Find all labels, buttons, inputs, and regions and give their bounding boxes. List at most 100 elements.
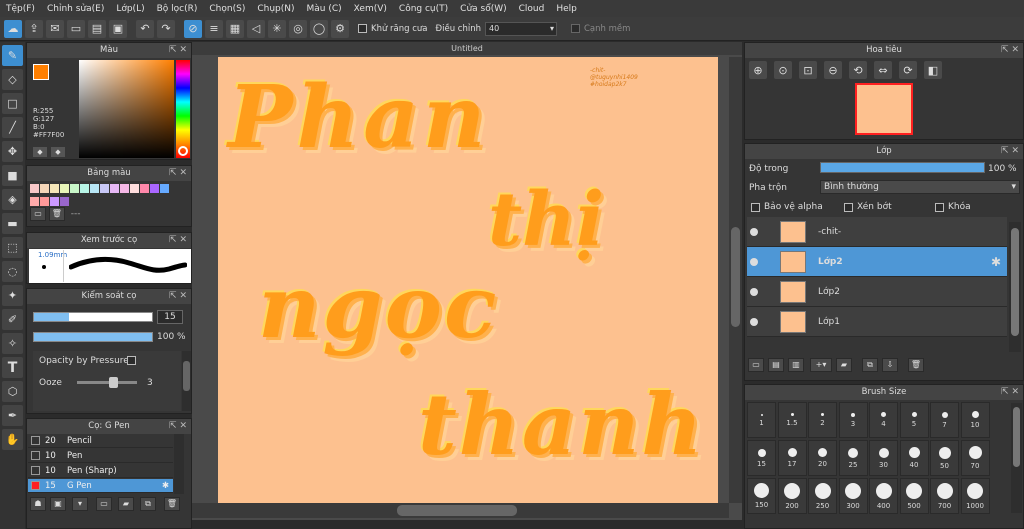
shape-tool-icon[interactable]: □	[2, 93, 23, 114]
menu-color[interactable]: Màu (C)	[307, 4, 342, 14]
brush-size-option[interactable]: 50	[930, 440, 959, 476]
delete-palette-icon[interactable]: 🗑	[48, 207, 65, 221]
palette-swatch[interactable]	[90, 184, 99, 193]
brush-list-scrollbar[interactable]	[174, 434, 184, 494]
layer-row[interactable]: Lớp1	[747, 307, 1007, 337]
brush-size-option[interactable]: 3	[838, 402, 868, 438]
brush-item-selected[interactable]: 15 G Pen ✱	[28, 479, 173, 493]
eyedropper-small-icon[interactable]: ◆	[33, 147, 47, 157]
palette-swatch[interactable]	[70, 184, 79, 193]
divide-tool-icon[interactable]: ⬡	[2, 381, 23, 402]
panel-close-icon[interactable]: ⇱ ✕	[169, 419, 187, 434]
gear-icon[interactable]: ✱	[162, 481, 169, 491]
brush-item[interactable]: 10 Pen (Sharp)	[28, 464, 173, 478]
vertical-scrollbar[interactable]	[729, 57, 742, 503]
brush-new-icon[interactable]: ▾	[72, 497, 88, 511]
palette-swatch[interactable]	[30, 184, 39, 193]
export-icon[interactable]: ⇪	[25, 19, 43, 38]
layer-list-scrollbar[interactable]	[1009, 222, 1021, 352]
saturation-value-picker[interactable]	[79, 60, 174, 158]
hand-tool-icon[interactable]: ✋	[2, 429, 23, 450]
hue-slider[interactable]	[176, 60, 190, 158]
zoom-in-icon[interactable]: ⊕	[749, 61, 767, 79]
brush-size-option[interactable]: 40	[899, 440, 929, 476]
brush-item[interactable]: 20 Pencil	[28, 434, 173, 448]
menu-help[interactable]: Help	[556, 4, 577, 14]
brush-size-option[interactable]: 5	[899, 402, 929, 438]
foreground-color-swatch[interactable]	[33, 64, 49, 80]
radial-snap-icon[interactable]: ✳	[268, 19, 286, 38]
opacity-pressure-checkbox[interactable]	[127, 356, 136, 365]
palette-swatch[interactable]	[50, 197, 59, 206]
lasso-tool-icon[interactable]: ◌	[2, 261, 23, 282]
gear-icon[interactable]: ✱	[991, 255, 1001, 269]
panel-close-icon[interactable]: ⇱ ✕	[169, 43, 187, 58]
select-pen-icon[interactable]: ✐	[2, 309, 23, 330]
brush-size-option[interactable]: 30	[869, 440, 898, 476]
menu-select[interactable]: Chọn(S)	[209, 4, 245, 14]
panel-close-icon[interactable]: ⇱ ✕	[169, 289, 187, 304]
flip-icon[interactable]: ⇔	[874, 61, 892, 79]
layer-row[interactable]: Lớp2	[747, 277, 1007, 307]
eraser-tool-icon[interactable]: ◇	[2, 69, 23, 90]
navigator-settings-icon[interactable]: ◧	[924, 61, 942, 79]
ooze-slider-handle[interactable]	[109, 377, 118, 388]
palette-swatch[interactable]	[110, 184, 119, 193]
eye-icon[interactable]	[750, 317, 758, 326]
layer-folder-icon[interactable]: ▰	[836, 358, 852, 372]
panel-close-icon[interactable]: ⇱ ✕	[1001, 43, 1019, 58]
fill-rect-tool-icon[interactable]: ■	[2, 165, 23, 186]
brush-size-option[interactable]: 300	[838, 478, 868, 514]
brush-size-option[interactable]: 1000	[960, 478, 990, 514]
eye-icon[interactable]	[750, 227, 758, 236]
undo-icon[interactable]: ↶	[136, 19, 154, 38]
clip-checkbox[interactable]	[844, 203, 853, 212]
brush-size-option[interactable]: 7	[930, 402, 959, 438]
menu-tools[interactable]: Công cụ(T)	[399, 4, 448, 14]
menu-layer[interactable]: Lớp(L)	[116, 4, 144, 14]
menu-window[interactable]: Cửa sổ(W)	[460, 4, 506, 14]
folder-icon[interactable]: ▰	[118, 497, 134, 511]
brush-size-option[interactable]: 500	[899, 478, 929, 514]
brush-size-option[interactable]: 2	[808, 402, 837, 438]
eye-icon[interactable]	[750, 287, 758, 296]
palette-swatch[interactable]	[30, 197, 39, 206]
new-layer-icon[interactable]: ▭	[748, 358, 764, 372]
brush-size-option[interactable]: 700	[930, 478, 959, 514]
rotate-left-icon[interactable]: ⟲	[849, 61, 867, 79]
duplicate-layer-icon[interactable]: ⧉	[862, 358, 878, 372]
fit-icon[interactable]: ⊡	[799, 61, 817, 79]
brush-size-option[interactable]: 1.5	[777, 402, 807, 438]
menu-capture[interactable]: Chụp(N)	[257, 4, 294, 14]
ooze-slider[interactable]	[77, 381, 137, 384]
rotate-right-icon[interactable]: ⟳	[899, 61, 917, 79]
palette-swatch[interactable]	[130, 184, 139, 193]
new-file-icon[interactable]: ▭	[67, 19, 85, 38]
antialias-checkbox[interactable]	[358, 24, 367, 33]
panel-close-icon[interactable]: ⇱ ✕	[1001, 144, 1019, 159]
concentric-snap-icon[interactable]: ◎	[289, 19, 307, 38]
menu-view[interactable]: Xem(V)	[354, 4, 387, 14]
brush-doc-icon[interactable]: ▭	[96, 497, 112, 511]
protect-alpha-checkbox[interactable]	[751, 203, 760, 212]
perspective-snap-icon[interactable]: ◁	[247, 19, 265, 38]
brush-size-option[interactable]: 15	[747, 440, 776, 476]
brush-size-slider[interactable]	[33, 312, 153, 322]
brush-size-option[interactable]: 70	[960, 440, 990, 476]
snap-off-icon[interactable]: ⊘	[184, 19, 202, 38]
bucket-tool-icon[interactable]: ◈	[2, 189, 23, 210]
document-tab[interactable]: Untitled	[192, 42, 742, 55]
zoom-out-icon[interactable]: ⊖	[824, 61, 842, 79]
new-layer-1bit-icon[interactable]: ▥	[788, 358, 804, 372]
eye-icon[interactable]	[750, 257, 758, 266]
lock-checkbox[interactable]	[935, 203, 944, 212]
menu-cloud[interactable]: Cloud	[519, 4, 545, 14]
palette-swatch[interactable]	[80, 184, 89, 193]
brush-size-option[interactable]: 4	[869, 402, 898, 438]
trash-icon[interactable]: 🗑	[164, 497, 180, 511]
merge-layer-icon[interactable]: ⇩	[882, 358, 898, 372]
select-eraser-icon[interactable]: ✧	[2, 333, 23, 354]
palette-swatch[interactable]	[40, 184, 49, 193]
panel-close-icon[interactable]: ⇱ ✕	[1001, 385, 1019, 400]
menu-edit[interactable]: Chỉnh sửa(E)	[47, 4, 104, 14]
